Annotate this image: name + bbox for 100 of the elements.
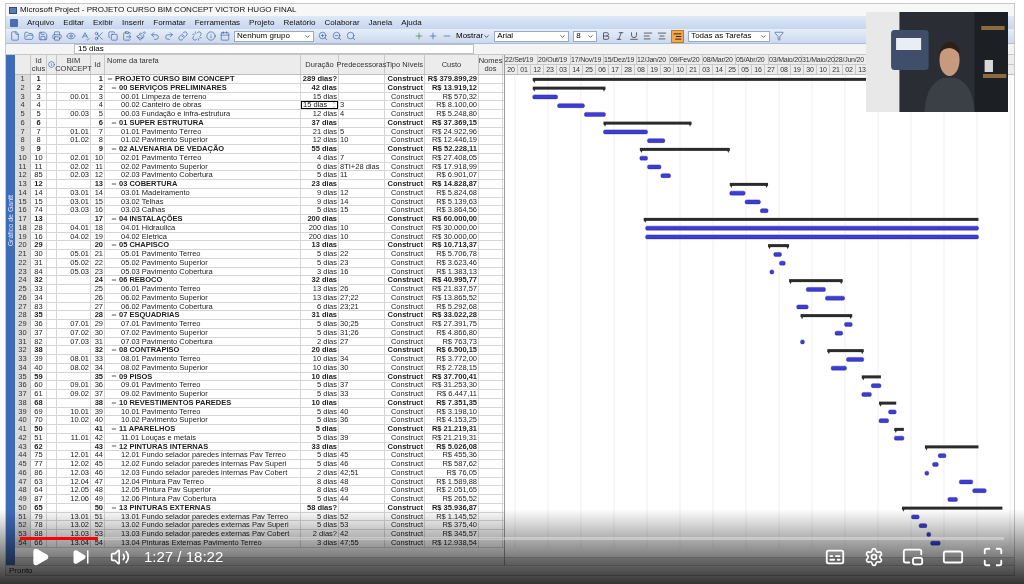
italic-icon[interactable] xyxy=(615,31,626,41)
caret-icon[interactable] xyxy=(304,32,311,40)
save-icon[interactable] xyxy=(38,31,48,41)
task-bar[interactable] xyxy=(584,112,606,117)
task-bar[interactable] xyxy=(871,383,882,388)
summary-bar[interactable] xyxy=(639,147,730,153)
entry-field[interactable]: 15 dias xyxy=(74,44,474,54)
task-bar[interactable] xyxy=(645,234,979,240)
summary-bar[interactable] xyxy=(789,279,843,285)
spinner-icon[interactable] xyxy=(332,101,336,110)
task-bar[interactable] xyxy=(532,94,558,100)
next-icon[interactable] xyxy=(72,548,90,566)
task-bar[interactable] xyxy=(924,470,929,476)
summary-bar[interactable] xyxy=(894,427,904,433)
task-bar[interactable] xyxy=(938,453,947,458)
calendar-icon[interactable] xyxy=(220,31,230,41)
underline-icon[interactable] xyxy=(629,31,640,41)
miniplayer-icon[interactable] xyxy=(902,546,924,568)
summary-bar[interactable] xyxy=(879,401,897,407)
menu-item[interactable]: Editar xyxy=(63,18,85,27)
task-bar[interactable] xyxy=(918,523,928,528)
menu-item[interactable]: Ajuda xyxy=(401,18,422,27)
task-bar[interactable] xyxy=(830,365,847,371)
horizontal-scrollbar[interactable] xyxy=(505,557,1014,565)
task-bar[interactable] xyxy=(557,103,585,108)
group-dropdown[interactable]: Nenhum grupo xyxy=(234,30,314,42)
task-bar[interactable] xyxy=(959,479,973,485)
redo-icon[interactable] xyxy=(164,31,174,41)
task-bar[interactable] xyxy=(825,295,845,301)
folder-icon[interactable] xyxy=(24,31,34,41)
summary-bar[interactable] xyxy=(800,314,853,320)
task-bar[interactable] xyxy=(760,208,769,213)
search-icon[interactable] xyxy=(346,31,356,41)
menu-item[interactable]: Relatório xyxy=(283,18,316,27)
task-bar[interactable] xyxy=(972,488,987,493)
settings-icon[interactable] xyxy=(864,547,884,567)
task-bar[interactable] xyxy=(926,532,931,537)
task-bar[interactable] xyxy=(894,435,905,441)
task-bar[interactable] xyxy=(773,252,782,257)
task-bar[interactable] xyxy=(930,540,941,546)
task-bar[interactable] xyxy=(878,418,889,423)
task-bar[interactable] xyxy=(660,173,671,178)
menu-item[interactable]: Exibir xyxy=(93,18,114,27)
fullscreen-icon[interactable] xyxy=(982,546,1004,568)
menu-item[interactable]: Arquivo xyxy=(27,18,55,27)
brush-icon[interactable] xyxy=(136,31,146,41)
copy-icon[interactable] xyxy=(108,31,118,41)
task-bar[interactable] xyxy=(861,392,872,397)
menu-item[interactable]: Colaborar xyxy=(324,18,360,27)
task-bar[interactable] xyxy=(932,462,939,467)
zoom-in-icon[interactable] xyxy=(318,31,328,41)
task-bar[interactable] xyxy=(806,287,826,292)
print-icon[interactable] xyxy=(52,31,62,41)
bold-icon[interactable] xyxy=(601,31,612,41)
task-bar[interactable] xyxy=(647,164,662,170)
summary-bar[interactable] xyxy=(729,182,769,188)
filter-dropdown[interactable]: Todas as Tarefas xyxy=(688,30,771,42)
summary-bar[interactable] xyxy=(532,86,606,92)
caret-icon[interactable] xyxy=(760,32,768,40)
menu-item[interactable]: Janela xyxy=(368,18,393,27)
menu-item[interactable]: Ferramentas xyxy=(194,18,241,27)
menu-item[interactable]: Inserir xyxy=(122,18,145,27)
summary-bar[interactable] xyxy=(603,121,692,127)
task-bar[interactable] xyxy=(796,304,809,310)
task-bar[interactable] xyxy=(647,138,665,143)
caret-icon[interactable] xyxy=(559,32,567,40)
task-bar[interactable] xyxy=(639,155,648,161)
menu-item[interactable]: Projeto xyxy=(249,18,275,27)
preview-icon[interactable] xyxy=(66,31,76,41)
caret-icon[interactable] xyxy=(587,32,595,40)
summary-bar[interactable] xyxy=(768,244,790,250)
align-right-icon[interactable] xyxy=(671,29,685,43)
summary-bar[interactable] xyxy=(827,349,864,355)
summary-bar[interactable] xyxy=(901,506,1003,512)
task-bar[interactable] xyxy=(800,339,805,345)
task-bar[interactable] xyxy=(911,514,920,520)
menu-item[interactable]: Formatar xyxy=(153,18,186,27)
summary-bar[interactable] xyxy=(643,217,979,223)
cut-icon[interactable] xyxy=(94,31,104,41)
paste-icon[interactable] xyxy=(122,31,132,41)
task-bar[interactable] xyxy=(744,199,761,205)
undo-icon[interactable] xyxy=(150,31,160,41)
task-bar[interactable] xyxy=(844,322,853,327)
spellcheck-icon[interactable] xyxy=(80,31,90,41)
task-bar[interactable] xyxy=(888,409,897,415)
summary-bar[interactable] xyxy=(532,77,866,83)
task-bar[interactable] xyxy=(834,330,843,336)
task-bar[interactable] xyxy=(729,190,746,196)
task-bar[interactable] xyxy=(603,129,648,135)
document-icon[interactable] xyxy=(10,18,18,27)
caret-icon[interactable] xyxy=(483,32,491,40)
volume-icon[interactable] xyxy=(110,547,130,567)
play-icon[interactable] xyxy=(30,547,50,567)
font-dropdown[interactable]: Arial xyxy=(494,30,570,42)
task-bar[interactable] xyxy=(947,497,958,502)
task-bar[interactable] xyxy=(846,357,864,362)
task-bar[interactable] xyxy=(769,269,774,275)
font-size-dropdown[interactable]: 8 xyxy=(573,30,598,42)
show-dropdown[interactable]: Mostrar xyxy=(456,32,491,40)
task-bar[interactable] xyxy=(779,260,786,266)
